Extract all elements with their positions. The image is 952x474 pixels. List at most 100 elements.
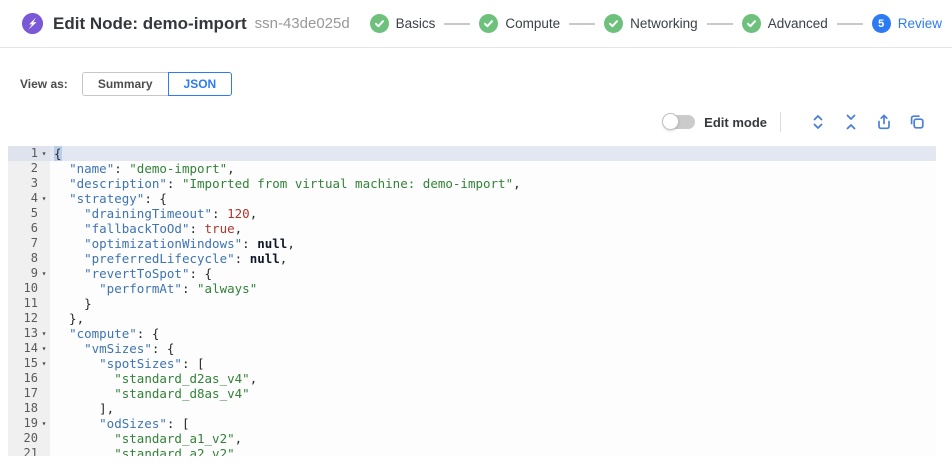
code-text: "fallbackToOd": true, bbox=[50, 221, 242, 236]
step-number-badge: 5 bbox=[872, 14, 891, 33]
step-label: Review bbox=[898, 16, 942, 31]
line-number: 21 bbox=[8, 446, 50, 456]
fold-arrow-icon[interactable]: ▾ bbox=[38, 326, 50, 341]
code-line[interactable]: 2 "name": "demo-import", bbox=[8, 161, 936, 176]
step-label: Advanced bbox=[768, 16, 828, 31]
code-line[interactable]: 12 }, bbox=[8, 311, 936, 326]
code-text: "spotSizes": [ bbox=[50, 356, 205, 371]
code-line[interactable]: 8 "preferredLifecycle": null, bbox=[8, 251, 936, 266]
fold-arrow-icon[interactable]: ▾ bbox=[38, 266, 50, 281]
copy-icon[interactable] bbox=[907, 113, 926, 132]
code-line[interactable]: 18 ], bbox=[8, 401, 936, 416]
line-number: 7 bbox=[8, 236, 50, 251]
code-text: "revertToSpot": { bbox=[50, 266, 212, 281]
step-connector bbox=[837, 23, 863, 25]
code-text: "strategy": { bbox=[50, 191, 167, 206]
line-number: 16 bbox=[8, 371, 50, 386]
line-number: 4▾ bbox=[8, 191, 50, 206]
code-text: "description": "Imported from virtual ma… bbox=[50, 176, 521, 191]
spot-logo-icon bbox=[22, 13, 43, 34]
view-json-button[interactable]: JSON bbox=[168, 72, 233, 96]
view-as-label: View as: bbox=[20, 77, 68, 91]
code-line[interactable]: 14▾ "vmSizes": { bbox=[8, 341, 936, 356]
edit-mode-toggle[interactable] bbox=[664, 115, 695, 129]
fold-arrow-icon[interactable]: ▾ bbox=[38, 356, 50, 371]
code-text: "standard_d8as_v4" bbox=[50, 386, 250, 401]
line-number: 12 bbox=[8, 311, 50, 326]
step-connector bbox=[569, 23, 595, 25]
code-text: "vmSizes": { bbox=[50, 341, 174, 356]
json-editor-lines: 1▾{2 "name": "demo-import",3 "descriptio… bbox=[8, 146, 936, 456]
check-icon bbox=[604, 14, 623, 33]
view-summary-button[interactable]: Summary bbox=[82, 72, 169, 96]
view-as-row: View as: Summary JSON bbox=[0, 72, 952, 96]
code-text: "performAt": "always" bbox=[50, 281, 257, 296]
editor-toolbar: Edit mode bbox=[0, 108, 952, 136]
expand-all-icon[interactable] bbox=[808, 113, 827, 132]
code-line[interactable]: 15▾ "spotSizes": [ bbox=[8, 356, 936, 371]
view-toggle-group: Summary JSON bbox=[82, 72, 232, 96]
step-basics[interactable]: Basics bbox=[370, 14, 436, 33]
fold-arrow-icon[interactable]: ▾ bbox=[38, 191, 50, 206]
code-text: "preferredLifecycle": null, bbox=[50, 251, 287, 266]
line-number: 17 bbox=[8, 386, 50, 401]
code-line[interactable]: 21 "standard_a2_v2" bbox=[8, 446, 936, 456]
code-line[interactable]: 3 "description": "Imported from virtual … bbox=[8, 176, 936, 191]
line-number: 18 bbox=[8, 401, 50, 416]
code-text: "odSizes": [ bbox=[50, 416, 189, 431]
check-icon bbox=[479, 14, 498, 33]
fold-arrow-icon[interactable]: ▾ bbox=[38, 341, 50, 356]
step-advanced[interactable]: Advanced bbox=[742, 14, 828, 33]
code-line[interactable]: 17 "standard_d8as_v4" bbox=[8, 386, 936, 401]
line-number: 9▾ bbox=[8, 266, 50, 281]
fold-arrow-icon[interactable]: ▾ bbox=[38, 146, 50, 161]
code-text: "standard_d2as_v4", bbox=[50, 371, 257, 386]
line-number: 5 bbox=[8, 206, 50, 221]
code-line[interactable]: 7 "optimizationWindows": null, bbox=[8, 236, 936, 251]
code-text: }, bbox=[50, 311, 84, 326]
code-line[interactable]: 16 "standard_d2as_v4", bbox=[8, 371, 936, 386]
code-text: } bbox=[50, 296, 92, 311]
line-number: 11 bbox=[8, 296, 50, 311]
export-icon[interactable] bbox=[874, 113, 893, 132]
fold-arrow-icon[interactable]: ▾ bbox=[38, 416, 50, 431]
step-networking[interactable]: Networking bbox=[604, 14, 698, 33]
code-line[interactable]: 9▾ "revertToSpot": { bbox=[8, 266, 936, 281]
toolbar-divider bbox=[780, 112, 781, 132]
step-label: Compute bbox=[505, 16, 560, 31]
line-number: 3 bbox=[8, 176, 50, 191]
step-compute[interactable]: Compute bbox=[479, 14, 560, 33]
step-label: Networking bbox=[630, 16, 698, 31]
code-line[interactable]: 5 "drainingTimeout": 120, bbox=[8, 206, 936, 221]
step-review[interactable]: 5 Review bbox=[872, 14, 942, 33]
line-number: 10 bbox=[8, 281, 50, 296]
line-number: 1▾ bbox=[8, 146, 50, 161]
line-number: 8 bbox=[8, 251, 50, 266]
line-number: 15▾ bbox=[8, 356, 50, 371]
code-text: "standard_a1_v2", bbox=[50, 431, 242, 446]
edit-mode-label: Edit mode bbox=[704, 115, 767, 130]
code-text: "standard_a2_v2" bbox=[50, 446, 235, 456]
line-number: 19▾ bbox=[8, 416, 50, 431]
code-line[interactable]: 4▾ "strategy": { bbox=[8, 191, 936, 206]
code-line[interactable]: 13▾ "compute": { bbox=[8, 326, 936, 341]
code-text: ], bbox=[50, 401, 114, 416]
collapse-all-icon[interactable] bbox=[841, 113, 860, 132]
code-text: "compute": { bbox=[50, 326, 159, 341]
code-line[interactable]: 20 "standard_a1_v2", bbox=[8, 431, 936, 446]
code-line[interactable]: 19▾ "odSizes": [ bbox=[8, 416, 936, 431]
page-title: Edit Node: demo-import bbox=[53, 14, 247, 34]
line-number: 2 bbox=[8, 161, 50, 176]
json-editor[interactable]: 1▾{2 "name": "demo-import",3 "descriptio… bbox=[8, 146, 936, 456]
code-line[interactable]: 11 } bbox=[8, 296, 936, 311]
step-label: Basics bbox=[396, 16, 436, 31]
code-line[interactable]: 10 "performAt": "always" bbox=[8, 281, 936, 296]
step-connector bbox=[444, 23, 470, 25]
code-line[interactable]: 1▾{ bbox=[8, 146, 936, 161]
check-icon bbox=[742, 14, 761, 33]
line-number: 13▾ bbox=[8, 326, 50, 341]
code-text: "optimizationWindows": null, bbox=[50, 236, 295, 251]
code-line[interactable]: 6 "fallbackToOd": true, bbox=[8, 221, 936, 236]
step-connector bbox=[707, 23, 733, 25]
code-text: { bbox=[50, 146, 62, 161]
